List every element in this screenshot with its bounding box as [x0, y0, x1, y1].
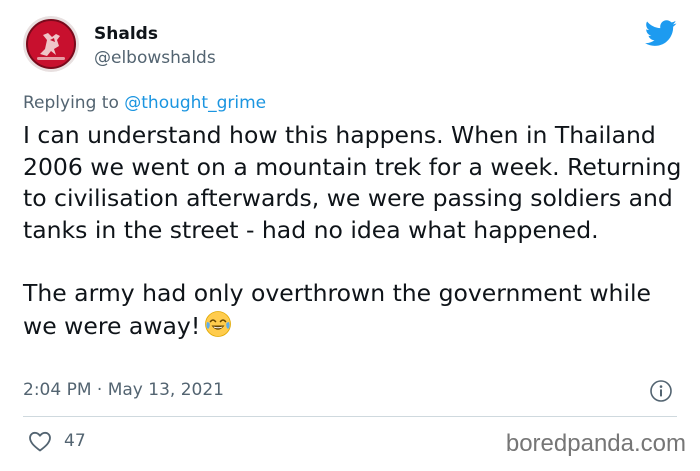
reply-prefix: Replying to — [23, 93, 125, 113]
twitter-bird-icon[interactable] — [645, 20, 677, 47]
liverpool-crest-icon — [23, 16, 79, 72]
like-button[interactable]: 47 — [28, 430, 86, 452]
boredpanda-watermark: boredpanda.com — [505, 430, 686, 457]
reply-context: Replying to @thought_grime — [23, 93, 266, 113]
info-icon[interactable] — [649, 379, 673, 403]
tweet-timestamp[interactable]: 2:04 PM · May 13, 2021 — [23, 380, 224, 400]
reply-mention-link[interactable]: @thought_grime — [124, 93, 266, 113]
tweet-paragraph-2: The army had only overthrown the governm… — [23, 278, 683, 342]
like-count: 47 — [64, 431, 86, 451]
heart-icon — [29, 431, 51, 452]
author-handle[interactable]: @elbowshalds — [94, 48, 216, 68]
tweet-text: I can understand how this happens. When … — [23, 120, 683, 342]
author-name[interactable]: Shalds — [94, 24, 158, 44]
tweet-paragraph-1: I can understand how this happens. When … — [23, 121, 682, 244]
divider — [23, 416, 677, 417]
avatar[interactable] — [23, 16, 79, 72]
tweet-paragraph-2-text: The army had only overthrown the governm… — [23, 278, 651, 340]
tweet-card: Shalds @elbowshalds Replying to @thought… — [0, 0, 700, 471]
face-with-tears-of-joy-icon — [204, 310, 232, 338]
